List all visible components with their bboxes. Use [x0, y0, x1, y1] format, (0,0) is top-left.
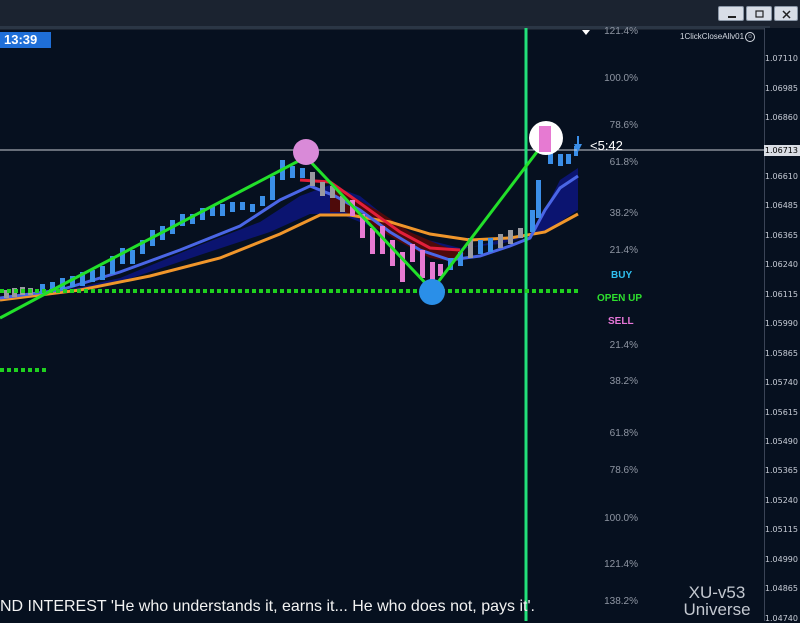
fib-level: 61.8% — [609, 428, 638, 439]
price-tick: 1.05990 — [764, 319, 798, 328]
sell-signal: SELL — [608, 316, 634, 327]
fib-level: 121.4% — [604, 26, 638, 37]
fib-level: 61.8% — [609, 157, 638, 168]
ticker-text: ND INTEREST 'He who understands it, earn… — [0, 598, 535, 615]
fib-level: 78.6% — [609, 465, 638, 476]
price-tick: 1.06240 — [764, 260, 798, 269]
price-tick: 1.05740 — [764, 378, 798, 387]
fib-level: 38.2% — [609, 208, 638, 219]
price-tick: 1.05490 — [764, 437, 798, 446]
fib-level: 100.0% — [604, 73, 638, 84]
brand-subtitle: Universe — [683, 600, 751, 619]
top-marker — [293, 139, 319, 165]
price-tick: 1.04865 — [764, 584, 798, 593]
buy-signal: BUY — [611, 270, 633, 281]
price-tick: 1.04990 — [764, 555, 798, 564]
indicator-label: 1ClickCloseAllv01 ☺ — [680, 32, 756, 42]
price-tick: 1.06365 — [764, 231, 798, 240]
fib-level: 38.2% — [609, 376, 638, 387]
price-chart[interactable] — [0, 0, 800, 621]
open-up-signal: OPEN UP — [597, 293, 643, 304]
price-tick: 1.05865 — [764, 349, 798, 358]
price-tick: 1.06985 — [764, 84, 798, 93]
price-tick: 1.07110 — [764, 54, 798, 63]
price-tick: 1.06115 — [764, 290, 798, 299]
fib-level: 138.2% — [604, 596, 638, 607]
fib-level: 78.6% — [609, 120, 638, 131]
bottom-marker — [419, 279, 445, 305]
price-tick: 1.06860 — [764, 113, 798, 122]
price-tick: 1.05365 — [764, 466, 798, 475]
price-tick: 1.06610 — [764, 172, 798, 181]
blue-ma — [0, 174, 579, 300]
bar-countdown: <5:42 — [590, 138, 623, 153]
price-tick: 1.05115 — [764, 525, 798, 534]
fib-level: 21.4% — [609, 245, 638, 256]
price-tick: 1.05240 — [764, 496, 798, 505]
price-tick: 1.04740 — [764, 614, 798, 623]
price-tick: 1.05615 — [764, 408, 798, 417]
price-tick: 1.06485 — [764, 201, 798, 210]
smiley-icon: ☺ — [745, 32, 756, 42]
price-axis[interactable]: 1.07110 1.06985 1.06860 1.06610 1.06485 … — [764, 28, 800, 623]
fib-level: 100.0% — [604, 513, 638, 524]
fib-level: 21.4% — [609, 340, 638, 351]
current-price-badge: 1.06713 — [764, 145, 800, 156]
fib-level: 121.4% — [604, 559, 638, 570]
